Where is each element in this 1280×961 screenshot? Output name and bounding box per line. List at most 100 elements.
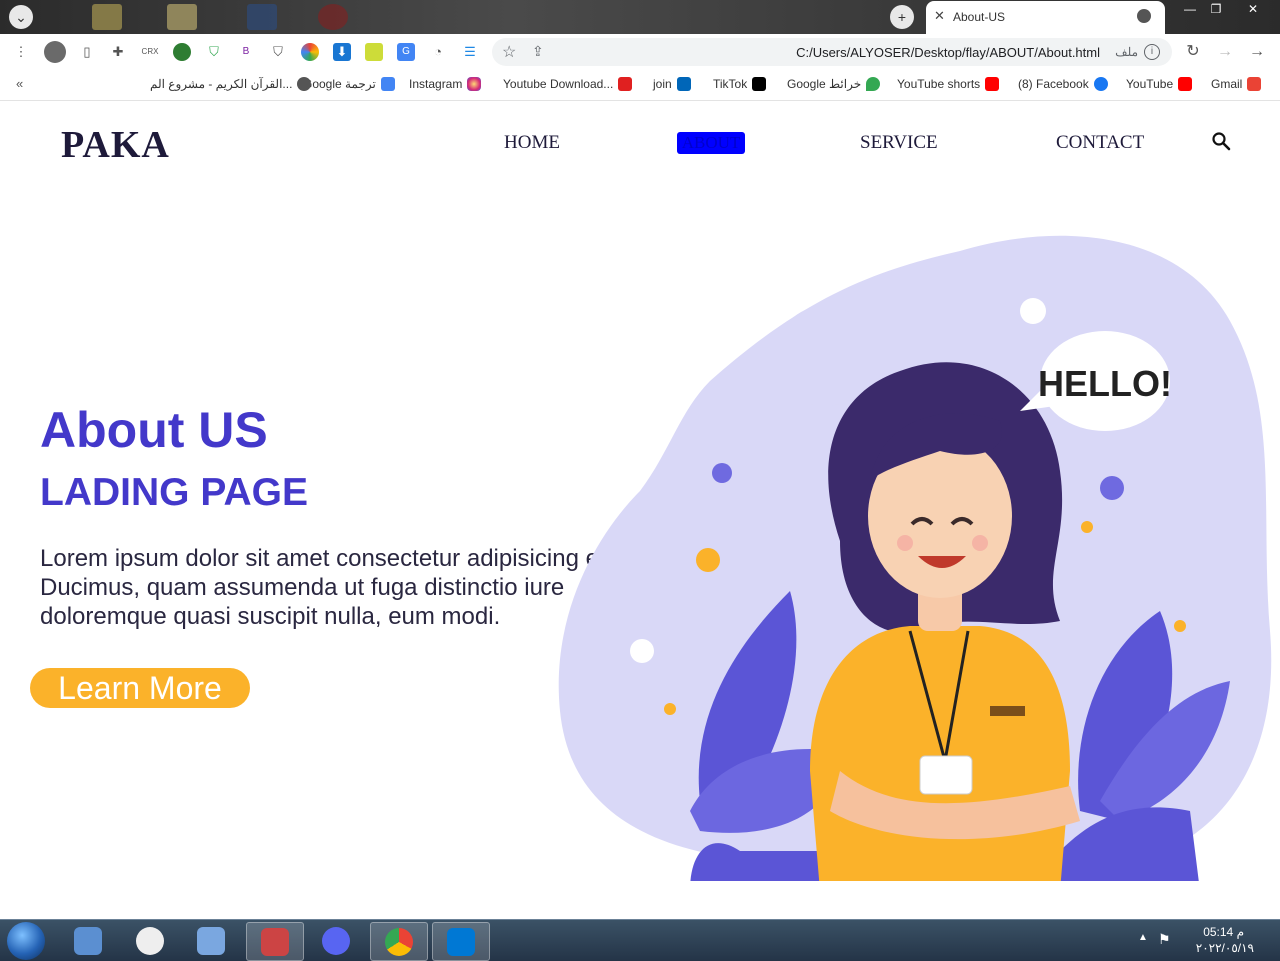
translate-extension-icon[interactable]: G [397,43,415,61]
computer-icon [74,926,102,955]
action-center-flag-icon[interactable]: ⚑ [1158,931,1171,948]
scissors-icon [261,927,289,956]
decor-dot [630,639,654,663]
tab-title: About-US [953,10,1006,24]
taskbar-computer[interactable] [60,922,116,959]
bootstrap-extension-icon[interactable]: B [237,43,255,61]
background-window-thumbnail [247,4,277,30]
learn-more-button[interactable]: Learn More [30,668,250,708]
nav-about[interactable]: ABOUT [677,132,745,154]
address-bar[interactable]: ☆ ⇪ C:/Users/ALYOSER/Desktop/flay/ABOUT/… [492,38,1172,66]
character-shirt [810,626,1070,881]
bookmark-youtube-shorts[interactable]: YouTube shorts [897,77,1000,91]
windows-taskbar: ▲ ⚑ 05:14 م ٢٠٢٢/٠٥/١٩ [0,919,1280,961]
browser-tabstrip: ⌄ + ✕ About-US — ❐ ✕ [0,0,1280,34]
taskbar-avast[interactable] [122,922,178,959]
translate-icon [380,77,395,91]
site-info-icon[interactable]: i [1144,44,1160,60]
close-window-button[interactable]: ✕ [1232,0,1274,20]
privacy-extension-icon[interactable]: ⛉ [269,43,287,61]
bookmark-quran[interactable]: القرآن الكريم - مشروع الم... [150,77,312,91]
background-window-thumbnail [318,4,348,30]
maximize-button[interactable]: ❐ [1203,0,1229,20]
color-picker-extension-icon[interactable] [301,43,319,61]
tray-expand-icon[interactable]: ▲ [1138,932,1148,943]
url-scheme-label: ملف [1115,45,1138,59]
tiktok-icon [752,77,767,91]
hero-illustration: HELLO! [558,235,1272,881]
extension-icon[interactable] [365,43,383,61]
clock-date[interactable]: ٢٠٢٢/٠٥/١٩ [1196,941,1254,955]
minimize-button[interactable]: — [1177,0,1203,20]
clock-time[interactable]: 05:14 م [1203,925,1244,939]
profile-avatar[interactable] [44,41,66,63]
taskbar-vscode[interactable] [432,922,490,961]
tab-list-button[interactable]: ⌄ [9,5,33,29]
tab-about-us[interactable]: ✕ About-US [926,1,1165,34]
sidebar-icon[interactable]: ▯ [78,43,96,61]
character-cheek [972,535,988,551]
tab-close-icon[interactable]: ✕ [934,8,945,24]
search-icon[interactable] [1211,131,1231,151]
background-window-thumbnail [92,4,122,30]
youtube-icon [985,77,1000,91]
bookmark-google-maps[interactable]: Google خرائط [787,77,881,91]
tab-manager-extension-icon[interactable]: ☰ [461,43,479,61]
speech-bubble-text: HELLO! [1038,363,1172,404]
menu-kebab-icon[interactable]: ⋮ [12,43,30,61]
shirt-pocket [990,706,1025,716]
vscode-icon [676,77,691,91]
system-tray: ▲ ⚑ 05:14 م ٢٠٢٢/٠٥/١٩ [1130,920,1280,961]
bookmarks-bar: « Gmail YouTube (8) Facebook YouTube sho… [0,70,1280,101]
taskbar-snipping-tool[interactable] [246,922,304,961]
bookmark-instagram[interactable]: Instagram [409,77,482,91]
globe-icon [1137,9,1151,23]
bookmark-youtube-download[interactable]: Youtube Download... [503,77,633,91]
chrome-icon [385,927,413,956]
get-crx-extension-icon[interactable]: CRX [141,43,159,61]
share-icon[interactable]: ⇪ [532,43,544,60]
bookmark-star-icon[interactable]: ☆ [502,42,516,62]
new-tab-button[interactable]: + [890,5,914,29]
taskbar-network[interactable] [183,922,239,959]
bookmark-join[interactable]: join [653,77,691,91]
facebook-icon [1093,77,1108,91]
bookmark-youtube[interactable]: YouTube [1126,77,1193,91]
bookmarks-overflow-icon[interactable]: « [16,76,23,91]
decor-dot [1174,620,1186,632]
gmail-icon [1247,77,1262,91]
nav-home[interactable]: HOME [504,132,560,154]
back-icon[interactable]: → [1248,43,1266,61]
extension-globe-icon[interactable] [173,43,191,61]
maps-pin-icon [866,77,881,91]
globe-icon [297,77,312,91]
decor-dot [712,463,732,483]
bookmark-gmail[interactable]: Gmail [1211,77,1262,91]
decor-dot [1100,476,1124,500]
about-page: PAKA HOME ABOUT SERVICE CONTACT About US… [0,101,1280,919]
bookmark-facebook[interactable]: (8) Facebook [1018,77,1108,91]
id-badge [919,755,973,795]
shield-extension-icon[interactable]: ⛉ [205,43,223,61]
taskbar-chrome[interactable] [370,922,428,961]
network-icon [197,926,225,955]
download-icon [618,77,633,91]
decor-dot [1020,298,1046,324]
bookmark-tiktok[interactable]: TikTok [713,77,767,91]
bookmark-google-translate[interactable]: Google ترجمة [303,77,395,91]
decor-dot [664,703,676,715]
page-subtitle: LADING PAGE [40,471,308,514]
site-logo[interactable]: PAKA [61,123,170,167]
nav-contact[interactable]: CONTACT [1056,132,1144,154]
taskbar-discord[interactable] [308,922,364,959]
character-cheek [897,535,913,551]
nav-service[interactable]: SERVICE [860,132,938,154]
page-title: About US [40,402,268,458]
url-text[interactable]: C:/Users/ALYOSER/Desktop/flay/ABOUT/Abou… [796,45,1100,60]
download-extension-icon[interactable]: ⬇ [333,43,351,61]
forward-icon[interactable]: → [1216,43,1234,61]
reload-icon[interactable]: ↻ [1184,43,1202,61]
speed-extension-icon[interactable]: ◔ [429,43,447,61]
extensions-icon[interactable]: ✚ [109,43,127,61]
start-button[interactable] [7,922,45,960]
